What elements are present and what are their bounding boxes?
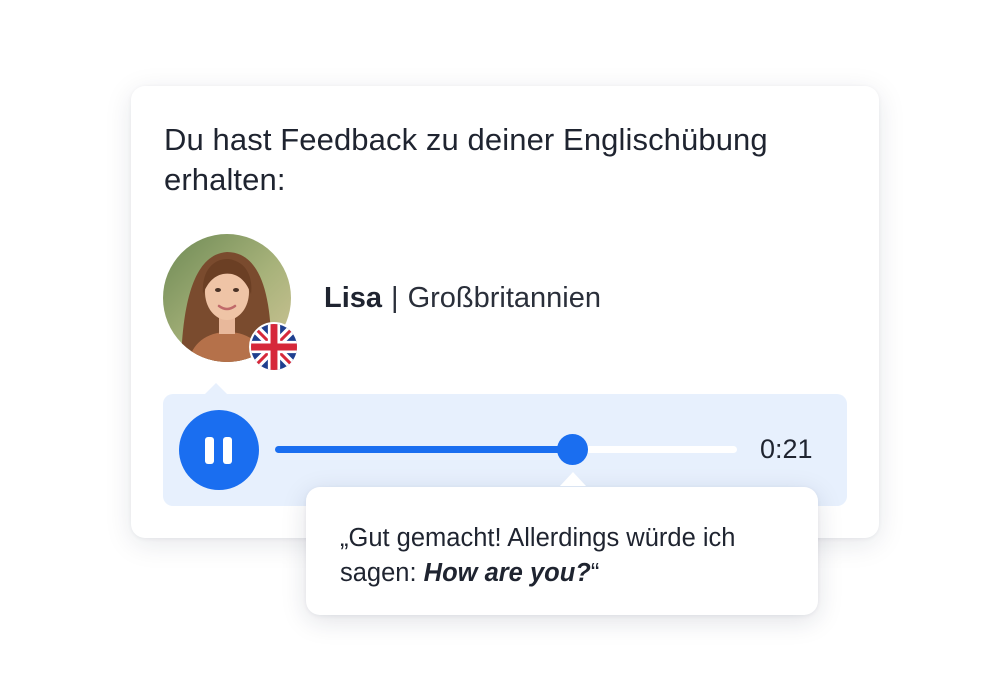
progress-track[interactable]: [275, 434, 737, 465]
tutor-avatar-group: [163, 234, 299, 372]
playback-time: 0:21: [760, 434, 813, 464]
progress-fill: [275, 446, 573, 453]
feedback-close-quote: “: [590, 559, 600, 587]
tutor-country: Großbritannien: [407, 282, 602, 314]
bubble-pointer: [560, 472, 586, 486]
tutor-info: Lisa | Großbritannien: [324, 278, 601, 318]
feedback-text: „Gut gemacht! Allerdings würde ich sagen…: [340, 521, 790, 591]
tutor-separator: |: [391, 282, 399, 314]
pause-icon-bar: [223, 437, 232, 464]
uk-flag-icon: [249, 322, 299, 372]
feedback-bubble: „Gut gemacht! Allerdings würde ich sagen…: [306, 487, 818, 615]
feedback-headline: Du hast Feedback zu deiner Englischübung…: [164, 122, 768, 197]
feedback-card: Du hast Feedback zu deiner Englischübung…: [131, 86, 879, 538]
feedback-emphasis: How are you?: [423, 559, 591, 587]
pause-button[interactable]: [179, 410, 259, 490]
pause-icon: [205, 437, 214, 464]
feedback-open-quote: „: [340, 524, 349, 552]
tutor-name: Lisa: [324, 282, 383, 314]
progress-thumb[interactable]: [557, 434, 589, 465]
